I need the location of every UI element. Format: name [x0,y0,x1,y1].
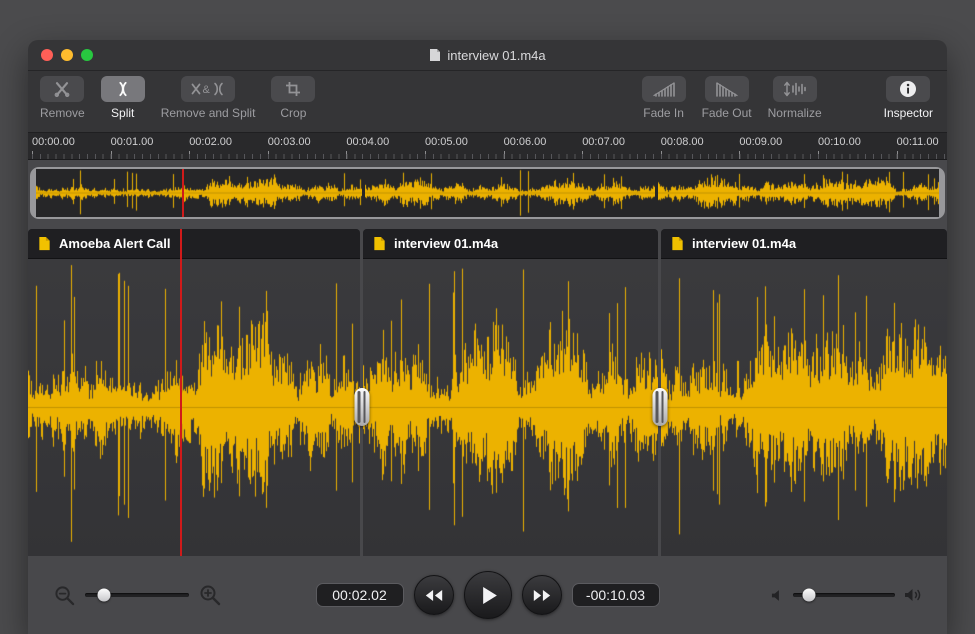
waveform-canvas[interactable] [363,259,658,556]
toolbar: Remove Split & Remove a [28,71,947,133]
overview-waveform-segment[interactable] [658,169,939,217]
remove-and-split-icon: & [181,76,235,102]
fade-out-icon [705,76,749,102]
window-title: interview 01.m4a [447,48,545,63]
zoom-slider-knob[interactable] [97,589,110,602]
info-circle-icon [886,76,930,102]
playhead[interactable] [180,229,182,556]
window-title-area: interview 01.m4a [429,48,545,63]
toolbar-button-label: Crop [280,106,306,120]
title-bar[interactable]: interview 01.m4a [28,40,947,71]
waveform-canvas[interactable] [661,259,947,556]
crop-icon [271,76,315,102]
ruler-label: 00:00.00 [32,136,75,148]
clip-header[interactable]: interview 01.m4a [363,229,658,259]
traffic-lights [41,49,93,61]
audio-file-icon [37,236,52,251]
ruler-label: 00:04.00 [346,136,389,148]
clip-header[interactable]: interview 01.m4a [661,229,947,259]
audio-file-icon [670,236,685,251]
overview-playhead[interactable] [182,169,184,217]
document-proxy-icon[interactable] [429,48,441,62]
ruler-label: 00:06.00 [504,136,547,148]
split-handle-1[interactable] [354,388,369,426]
clip-interview-1[interactable]: interview 01.m4a [363,229,658,556]
ruler-label: 00:08.00 [661,136,704,148]
clip-waveform-body[interactable] [363,259,658,556]
ruler-label: 00:05.00 [425,136,468,148]
clip-title: Amoeba Alert Call [59,236,171,251]
remaining-time-display: -00:10.03 [572,583,660,607]
ruler-label: 00:03.00 [268,136,311,148]
clip-header[interactable]: Amoeba Alert Call [28,229,360,259]
crop-button[interactable]: Crop [271,76,315,120]
split-icon [101,76,145,102]
normalize-icon [773,76,817,102]
toolbar-button-label: Fade Out [702,106,752,120]
overview-waveform-segment[interactable] [365,169,655,217]
ruler-label: 00:07.00 [582,136,625,148]
clip-title: interview 01.m4a [394,236,498,251]
audio-file-icon [372,236,387,251]
ruler-label: 00:09.00 [739,136,782,148]
clips-area: Amoeba Alert Call interview 01.m4a [28,229,947,556]
toolbar-button-label: Fade In [643,106,684,120]
ruler-label: 00:11.00 [897,136,939,148]
timeline-ruler[interactable]: 00:00.00 00:01.00 00:02.00 00:03.00 00:0… [28,133,947,160]
clip-title: interview 01.m4a [692,236,796,251]
normalize-button[interactable]: Normalize [768,76,822,120]
zoom-controls [54,584,221,606]
volume-low-icon[interactable] [771,589,784,602]
clip-amoeba-alert-call[interactable]: Amoeba Alert Call [28,229,360,556]
clip-waveform-body[interactable] [28,259,360,556]
minimize-button[interactable] [61,49,73,61]
close-button[interactable] [41,49,53,61]
toolbar-button-label: Remove and Split [161,106,256,120]
svg-text:&: & [203,84,211,96]
inspector-button[interactable]: Inspector [884,76,933,120]
zoom-slider[interactable] [85,593,189,597]
zoom-window-button[interactable] [81,49,93,61]
ruler-label: 00:02.00 [189,136,232,148]
toolbar-button-label: Remove [40,106,85,120]
bottom-control-bar: 00:02.02 -00:10.03 [28,556,947,634]
app-window: interview 01.m4a Remove [28,40,947,634]
elapsed-time-display: 00:02.02 [316,583,404,607]
zoom-in-button[interactable] [199,584,221,606]
fade-in-button[interactable]: Fade In [642,76,686,120]
play-button[interactable] [464,571,512,619]
waveform-overview[interactable] [30,167,945,219]
volume-controls [771,587,923,603]
volume-high-icon[interactable] [904,587,923,603]
toolbar-button-label: Inspector [884,106,933,120]
clip-waveform-body[interactable] [661,259,947,556]
remove-button[interactable]: Remove [40,76,85,120]
transport-controls: 00:02.02 -00:10.03 [316,571,660,619]
volume-slider-knob[interactable] [803,589,816,602]
ruler-label: 00:10.00 [818,136,861,148]
toolbar-button-label: Normalize [768,106,822,120]
split-handle-2[interactable] [652,388,667,426]
desktop-background: interview 01.m4a Remove [0,0,975,634]
rewind-button[interactable] [414,575,454,615]
ruler-label: 00:01.00 [111,136,154,148]
clip-interview-2[interactable]: interview 01.m4a [661,229,947,556]
fade-in-icon [642,76,686,102]
overview-waveform-segment[interactable] [36,169,362,217]
scissors-remove-icon [40,76,84,102]
split-button[interactable]: Split [101,76,145,120]
remove-and-split-button[interactable]: & Remove and Split [161,76,256,120]
volume-slider[interactable] [793,593,895,597]
fast-forward-button[interactable] [522,575,562,615]
fade-out-button[interactable]: Fade Out [702,76,752,120]
waveform-canvas[interactable] [28,259,360,556]
zoom-out-button[interactable] [54,585,75,606]
toolbar-button-label: Split [111,106,134,120]
